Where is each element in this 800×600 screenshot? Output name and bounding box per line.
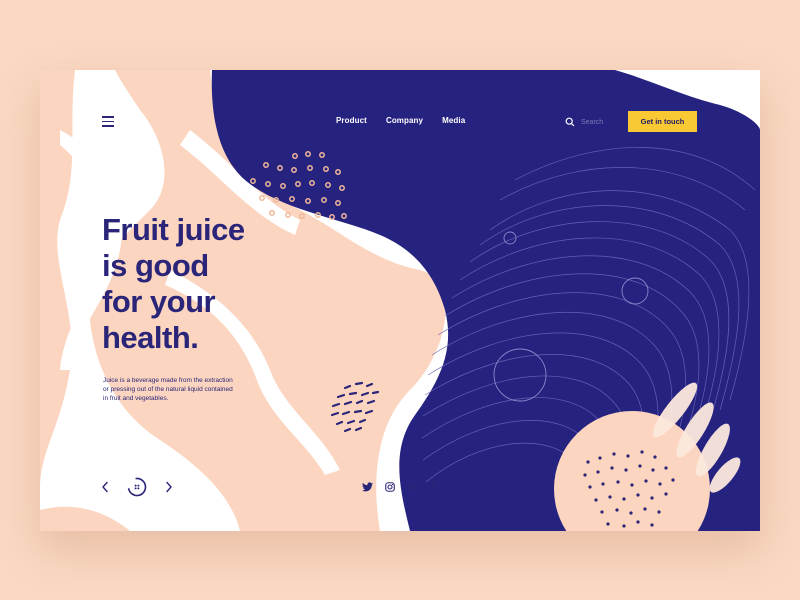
google-icon — [407, 482, 416, 491]
nav-item-media[interactable]: Media — [442, 116, 465, 125]
hero-description: Juice is a beverage made from the extrac… — [103, 377, 233, 402]
social-links — [362, 481, 439, 492]
peach-blob-left — [40, 70, 75, 490]
headline-line: Fruit juice — [102, 212, 245, 247]
instagram-icon — [384, 481, 395, 492]
slider-next-button[interactable] — [163, 480, 175, 494]
search-field[interactable]: Search — [565, 117, 603, 127]
facebook-link[interactable] — [428, 481, 439, 492]
main-nav: Product Company Media — [336, 116, 484, 125]
get-in-touch-button[interactable]: Get in touch — [628, 111, 697, 132]
headline-line: health. — [102, 320, 199, 355]
nav-item-company[interactable]: Company — [386, 116, 423, 125]
facebook-icon — [430, 481, 437, 492]
search-icon — [565, 117, 575, 127]
hero-headline: Fruit juice is good for your health. — [102, 212, 245, 356]
search-placeholder: Search — [581, 118, 604, 126]
chevron-left-icon — [102, 481, 108, 493]
peach-blob-bottom — [40, 506, 130, 531]
instagram-link[interactable] — [384, 481, 395, 492]
headline-line: is good — [102, 248, 209, 283]
google-link[interactable] — [406, 481, 417, 492]
hamburger-menu-icon[interactable] — [102, 116, 114, 127]
chevron-right-icon — [166, 481, 172, 493]
twitter-link[interactable] — [362, 481, 373, 492]
slider-indicator[interactable] — [127, 477, 147, 497]
headline-line: for your — [102, 284, 216, 319]
twitter-icon — [362, 481, 373, 491]
slider-prev-button[interactable] — [99, 480, 111, 494]
nav-item-product[interactable]: Product — [336, 116, 367, 125]
dotted-circle-icon — [127, 477, 147, 497]
hero-card: Product Company Media Search Get in touc… — [40, 70, 760, 531]
